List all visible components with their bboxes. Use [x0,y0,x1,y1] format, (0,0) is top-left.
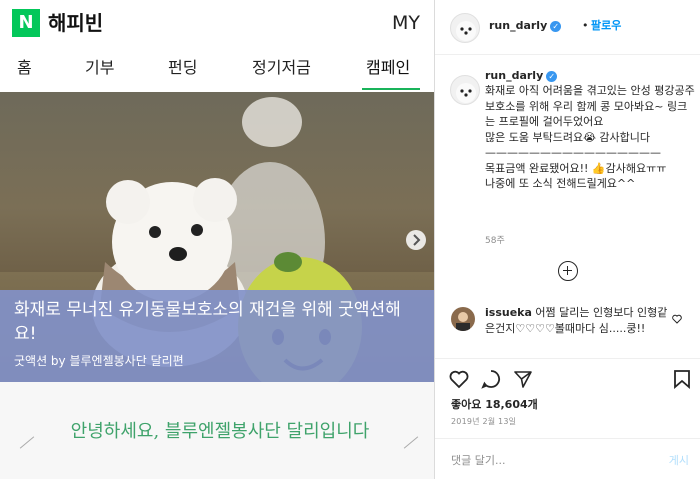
post-caption: 화재로 아직 어려움을 겪고있는 안성 평강공주보호소를 위해 우리 함께 콩 … [485,84,695,190]
dog-avatar-icon [456,83,476,103]
dog-avatar-icon [456,21,476,41]
tab-donate[interactable]: 기부 [85,56,114,80]
happybean-header: N 해피빈 MY [0,0,434,46]
caption-timestamp: 58주 [485,236,505,246]
my-button[interactable]: MY [392,10,420,36]
naver-logo[interactable]: N [12,9,40,37]
caption-avatar[interactable] [450,75,480,105]
caption-author[interactable]: run_darly ✓ [485,69,558,82]
post-date: 2019년 2월 13일 [451,417,517,426]
comment-input[interactable]: 댓글 달기... [451,452,505,468]
username-text: run_darly [485,69,544,82]
follow-button[interactable]: 팔로우 [591,17,621,33]
tab-savings[interactable]: 정기저금 [252,56,311,80]
campaign-greeting: 안녕하세요, 블루엔젤봉사단 달리입니다 [70,421,370,442]
campaign-subtitle: 굿액션 by 블루엔젤봉사단 달리편 [14,354,184,368]
post-comment-button[interactable]: 게시 [669,452,689,468]
avatar[interactable] [450,13,480,43]
campaign-body: 안녕하세요, 블루엔젤봉사단 달리입니다 [0,382,434,479]
tab-campaign[interactable]: 캠페인 [366,56,410,80]
tab-funding[interactable]: 펀딩 [168,56,197,80]
commenter-avatar[interactable] [451,307,475,331]
bookmark-icon[interactable] [673,369,691,389]
happybean-panel: N 해피빈 MY 홈 기부 펀딩 정기저금 캠페인 화재로 무너진 유기동물보호… [0,0,434,479]
decoration-line-left [19,436,35,449]
chevron-right-icon [413,234,421,246]
heart-icon[interactable] [449,369,469,389]
username-text: run_darly [489,19,548,32]
post-author[interactable]: run_darly ✓ [489,19,562,32]
like-comment-icon[interactable] [672,314,682,324]
verified-icon: ✓ [546,70,558,82]
instagram-panel: run_darly ✓ • 팔로우 run_darly ✓ 화재로 아직 어려움을 … [434,0,700,479]
person-avatar-icon [456,312,470,331]
post-actions [435,358,700,390]
decoration-line-right [403,436,419,449]
load-more-comments-icon[interactable] [558,261,578,281]
main-nav: 홈 기부 펀딩 정기저금 캠페인 [0,50,434,90]
tab-home[interactable]: 홈 [17,56,32,80]
comment-icon[interactable] [481,369,501,389]
campaign-caption[interactable]: 화재로 무너진 유기동물보호소의 재건을 위해 굿액션해요! 굿액션 by 블루… [0,290,434,382]
campaign-title: 화재로 무너진 유기동물보호소의 재건을 위해 굿액션해요! [14,300,401,344]
next-slide-button[interactable] [406,230,426,250]
post-header: run_darly ✓ • 팔로우 [435,0,700,55]
likes-count[interactable]: 좋아요 18,604개 [451,396,538,412]
share-icon[interactable] [513,369,533,389]
separator-dot: • [582,19,589,32]
commenter-username[interactable]: issueka [485,306,532,319]
comment-box: 댓글 달기... 게시 [435,438,700,479]
verified-icon: ✓ [550,20,562,32]
comment: issueka 어쩜 달리는 인형보다 인형같은건지♡♡♡♡볼때마다 심....… [485,305,670,336]
page-title[interactable]: 해피빈 [48,9,103,37]
active-tab-indicator [362,88,420,90]
